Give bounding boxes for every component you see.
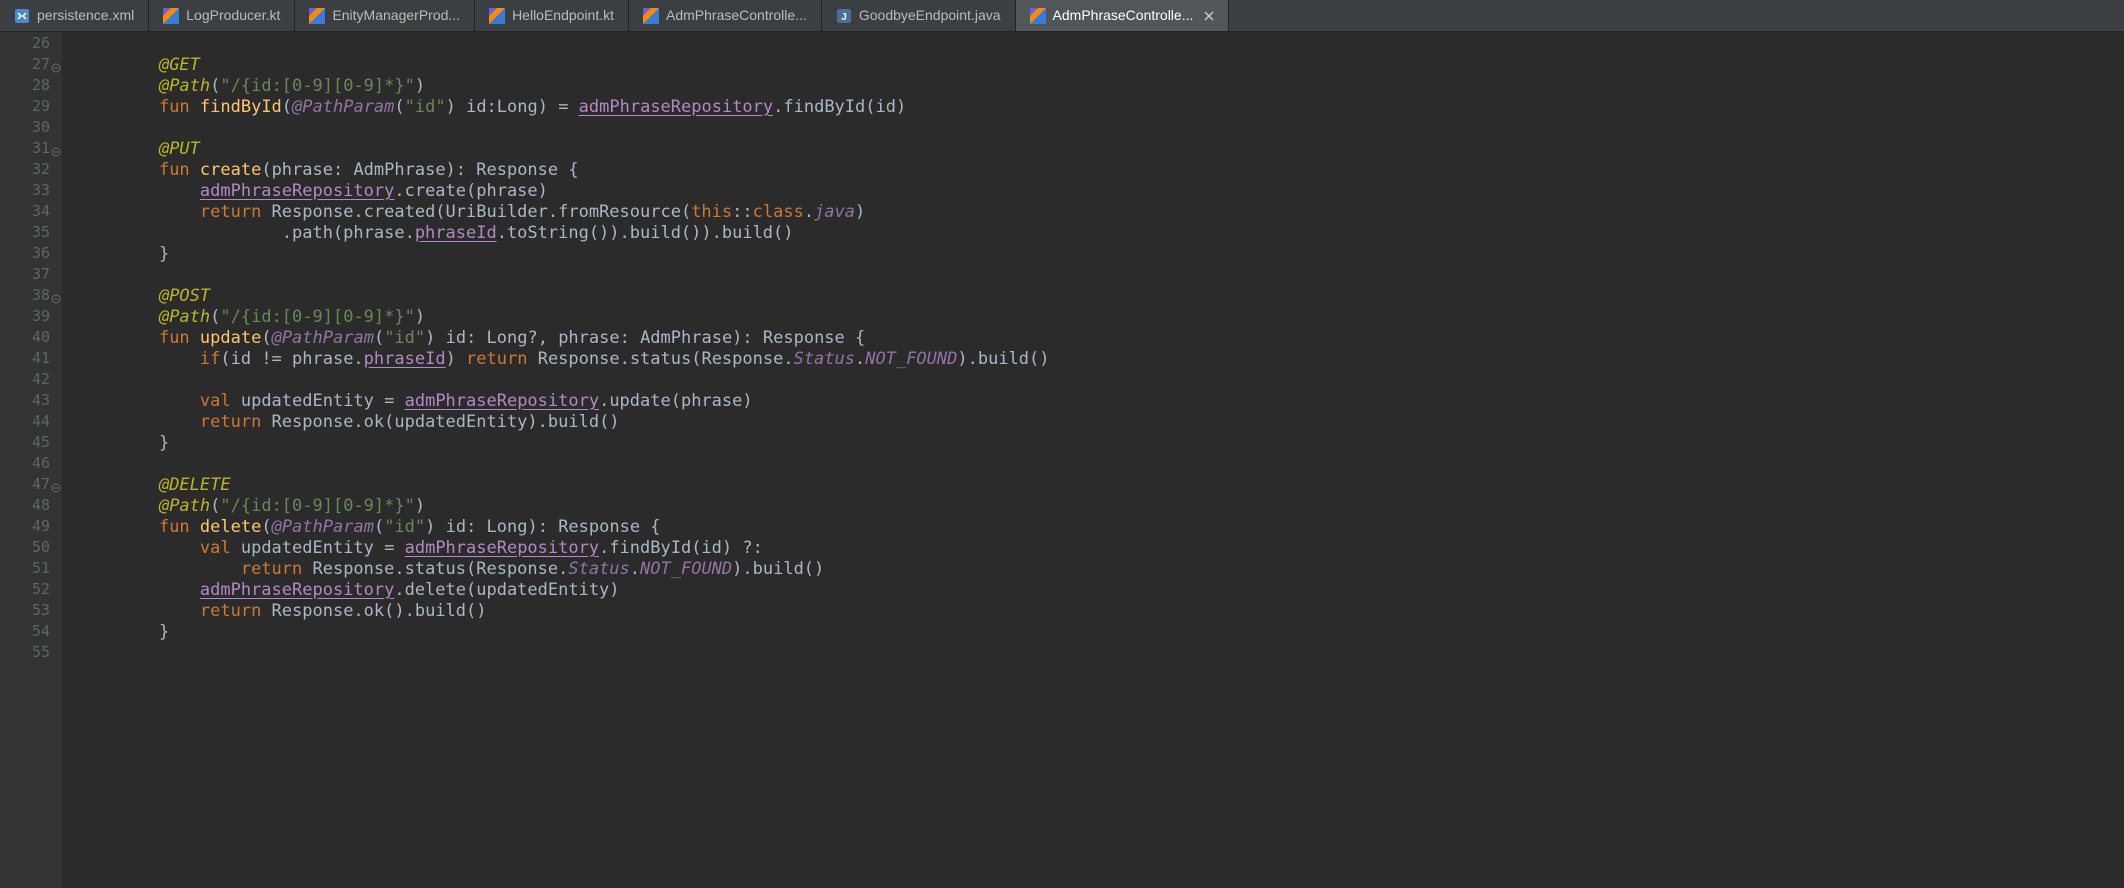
line-number: 29 [0,97,50,118]
tab-goodbyeendpoint[interactable]: J GoodbyeEndpoint.java [822,0,1016,31]
line-number: 55 [0,643,50,664]
editor-tab-bar: persistence.xml LogProducer.kt EnityMana… [0,0,2124,32]
line-number: 45 [0,433,50,454]
line-number-gutter: 2627282930313233343536373839404142434445… [0,32,62,888]
line-number: 27 [0,55,50,76]
tab-label: LogProducer.kt [186,7,280,25]
kotlin-file-icon [1030,8,1046,24]
xml-file-icon [14,8,30,24]
tab-entitymanager[interactable]: EnityManagerProd... [295,0,475,31]
line-number: 49 [0,517,50,538]
close-icon[interactable] [1204,11,1214,21]
code-line: } [118,433,2124,454]
code-line: admPhraseRepository.delete(updatedEntity… [118,580,2124,601]
code-line [118,118,2124,139]
code-line: admPhraseRepository.create(phrase) [118,181,2124,202]
line-number: 33 [0,181,50,202]
code-line: fun update(@PathParam("id") id: Long?, p… [118,328,2124,349]
line-number: 44 [0,412,50,433]
code-line: @Path("/{id:[0-9][0-9]*}") [118,307,2124,328]
code-line: return Response.ok(updatedEntity).build(… [118,412,2124,433]
line-number: 40 [0,328,50,349]
line-number: 30 [0,118,50,139]
code-line: @POST [118,286,2124,307]
code-line: @GET [118,55,2124,76]
line-number: 51 [0,559,50,580]
code-line: } [118,622,2124,643]
tab-admphrasecontroller[interactable]: AdmPhraseControlle... [629,0,822,31]
code-line [118,34,2124,55]
line-number: 31 [0,139,50,160]
code-line: @PUT [118,139,2124,160]
tab-label: persistence.xml [37,7,134,25]
code-line: fun create(phrase: AdmPhrase): Response … [118,160,2124,181]
line-number: 54 [0,622,50,643]
line-number: 35 [0,223,50,244]
fold-icon[interactable] [51,479,61,489]
kotlin-file-icon [643,8,659,24]
code-line: @Path("/{id:[0-9][0-9]*}") [118,76,2124,97]
tab-label: AdmPhraseControlle... [666,7,807,25]
tab-logproducer[interactable]: LogProducer.kt [149,0,295,31]
line-number: 43 [0,391,50,412]
code-line: @DELETE [118,475,2124,496]
line-number: 39 [0,307,50,328]
code-line [118,643,2124,664]
code-line: return Response.created(UriBuilder.fromR… [118,202,2124,223]
line-number: 38 [0,286,50,307]
code-line: val updatedEntity = admPhraseRepository.… [118,391,2124,412]
kotlin-file-icon [489,8,505,24]
line-number: 34 [0,202,50,223]
code-line [118,370,2124,391]
tab-label: GoodbyeEndpoint.java [859,7,1001,25]
tab-helloendpoint[interactable]: HelloEndpoint.kt [475,0,629,31]
code-line: @Path("/{id:[0-9][0-9]*}") [118,496,2124,517]
code-line: return Response.status(Response.Status.N… [118,559,2124,580]
line-number: 41 [0,349,50,370]
code-line: return Response.ok().build() [118,601,2124,622]
code-line: val updatedEntity = admPhraseRepository.… [118,538,2124,559]
code-line: fun findById(@PathParam("id") id:Long) =… [118,97,2124,118]
line-number: 36 [0,244,50,265]
line-number: 53 [0,601,50,622]
line-number: 47 [0,475,50,496]
tab-label: HelloEndpoint.kt [512,7,614,25]
tab-admphrasecontroller-active[interactable]: AdmPhraseControlle... [1016,0,1230,31]
line-number: 52 [0,580,50,601]
line-number: 42 [0,370,50,391]
line-number: 50 [0,538,50,559]
fold-icon[interactable] [51,290,61,300]
line-number: 32 [0,160,50,181]
code-line: if(id != phrase.phraseId) return Respons… [118,349,2124,370]
line-number: 26 [0,34,50,55]
code-line [118,454,2124,475]
line-number: 48 [0,496,50,517]
code-area[interactable]: @GET @Path("/{id:[0-9][0-9]*}") fun find… [62,32,2124,888]
code-line: fun delete(@PathParam("id") id: Long): R… [118,517,2124,538]
code-line [118,265,2124,286]
kotlin-file-icon [309,8,325,24]
svg-text:J: J [841,12,847,23]
tab-label: EnityManagerProd... [332,7,460,25]
java-file-icon: J [836,8,852,24]
code-line: } [118,244,2124,265]
line-number: 46 [0,454,50,475]
tab-label: AdmPhraseControlle... [1053,7,1194,25]
code-editor[interactable]: 2627282930313233343536373839404142434445… [0,32,2124,888]
line-number: 37 [0,265,50,286]
kotlin-file-icon [163,8,179,24]
code-line: .path(phrase.phraseId.toString()).build(… [118,223,2124,244]
fold-icon[interactable] [51,59,61,69]
line-number: 28 [0,76,50,97]
tab-persistence-xml[interactable]: persistence.xml [0,0,149,31]
fold-icon[interactable] [51,143,61,153]
